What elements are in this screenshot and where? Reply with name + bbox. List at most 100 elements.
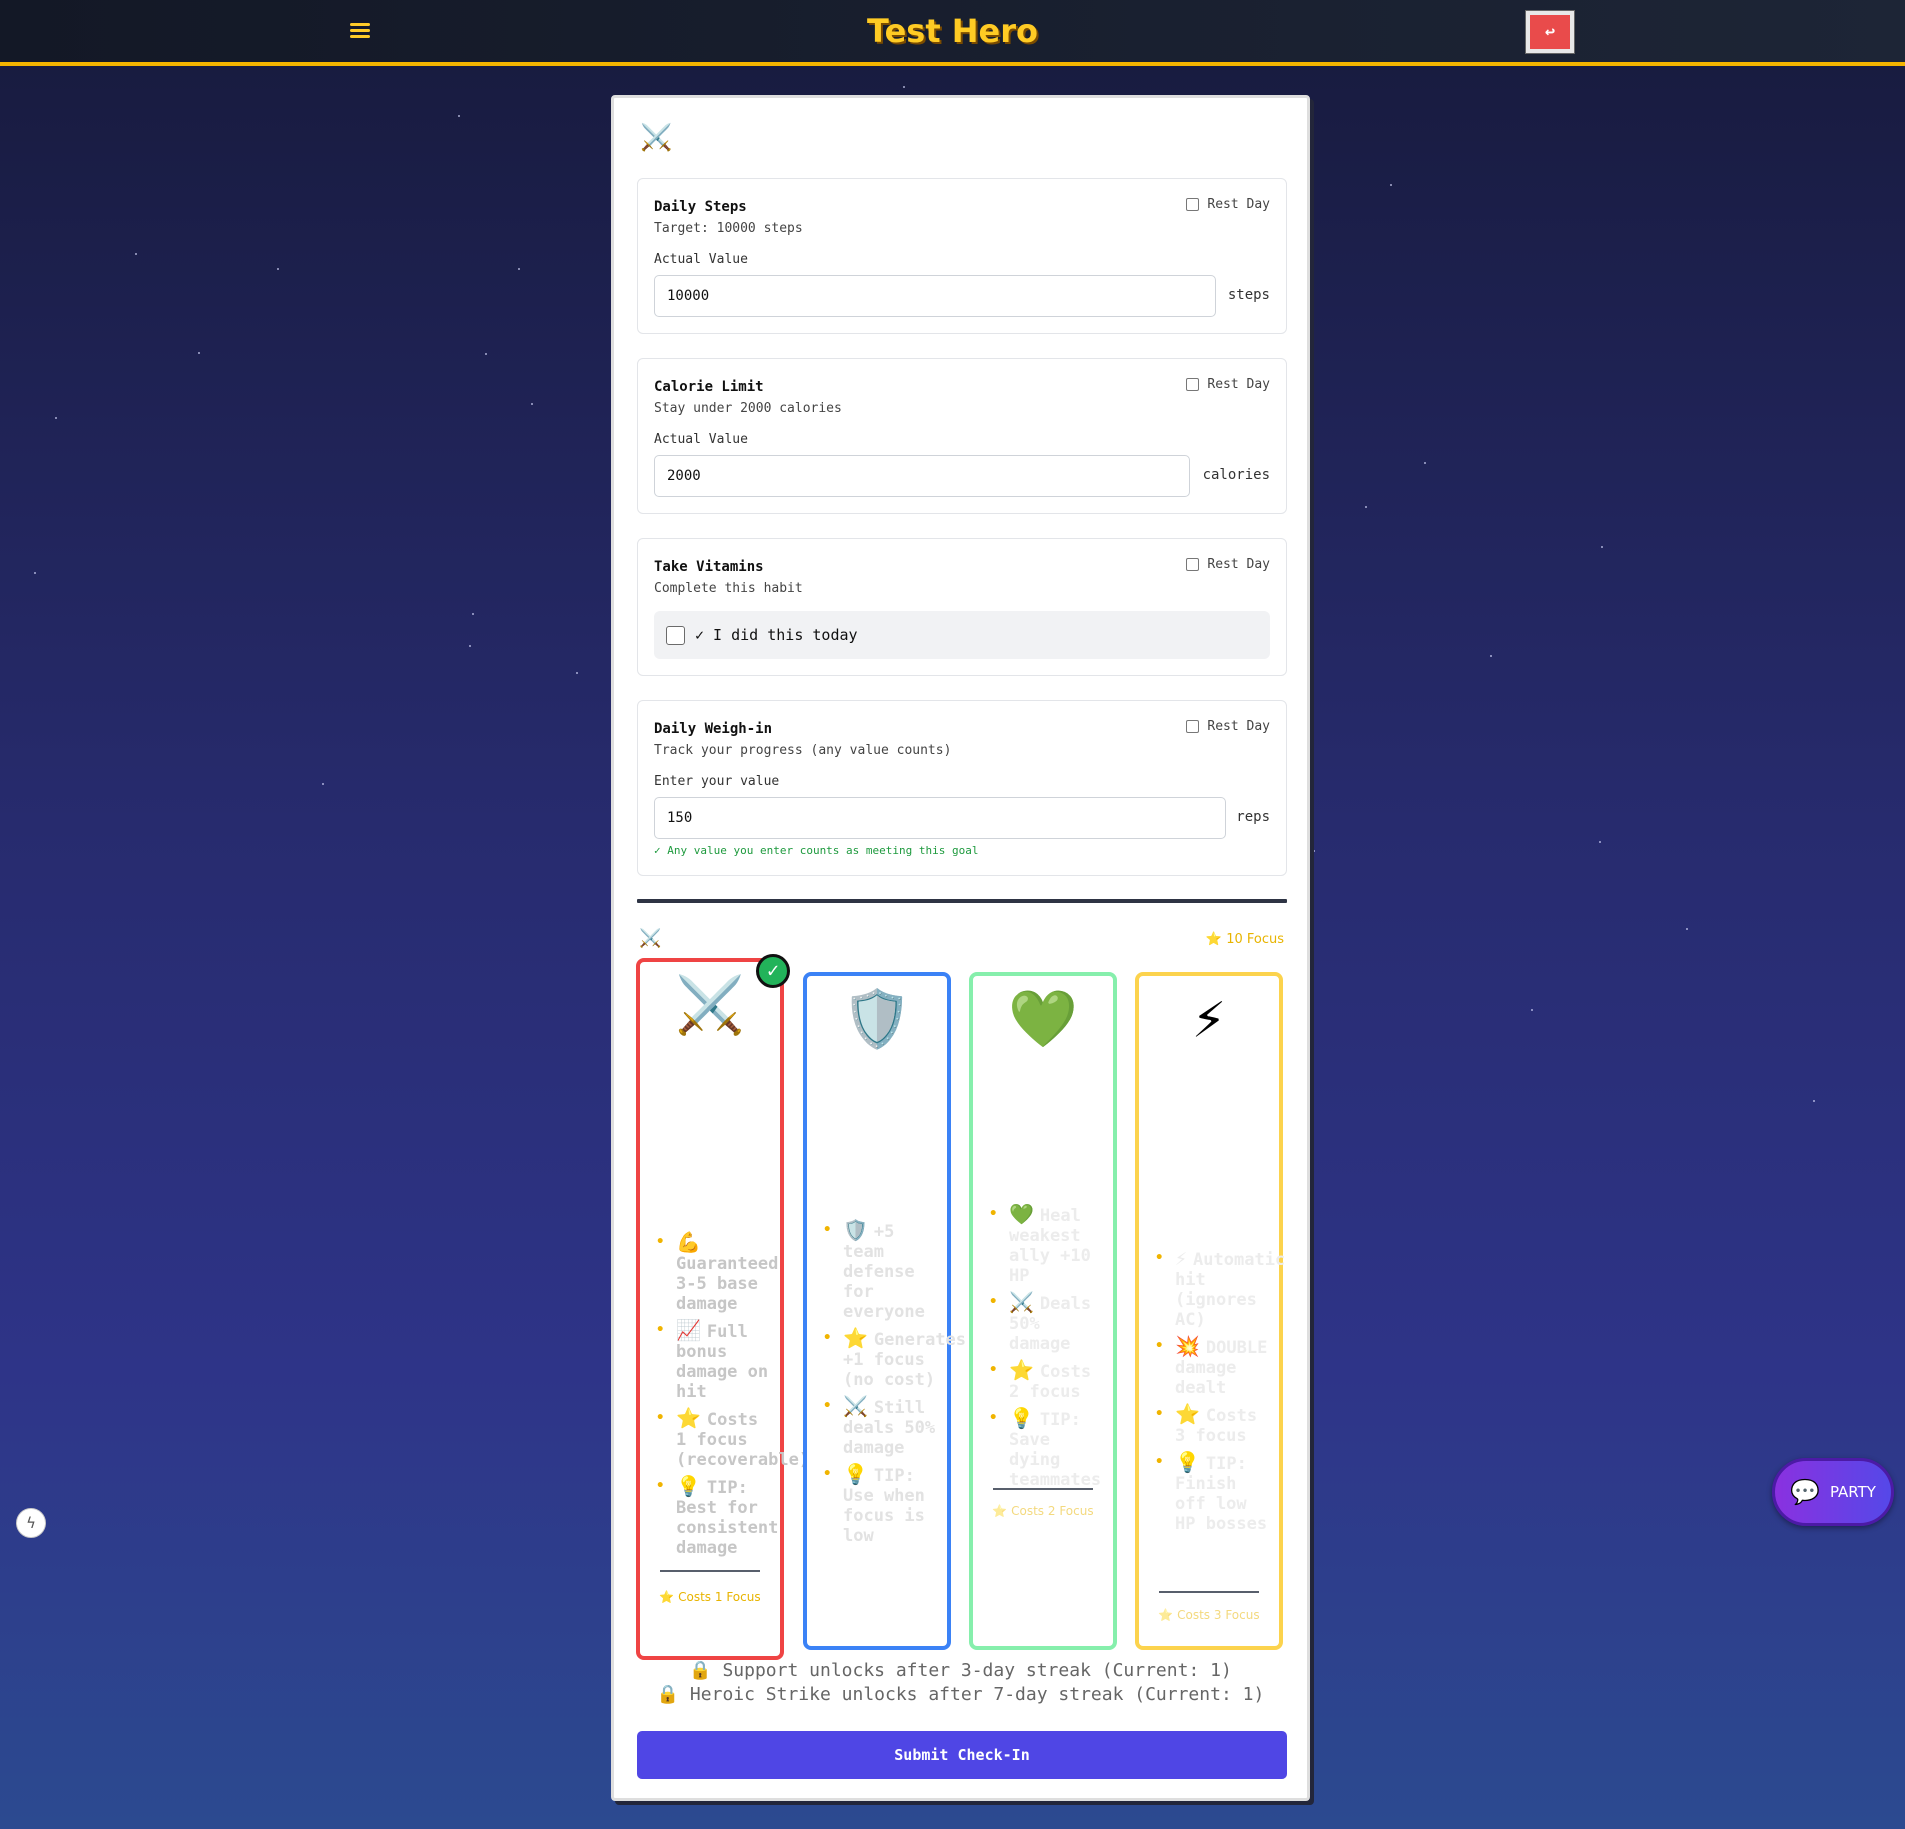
action-bullets: 💚Heal weakest ally +10 HP ⚔️Deals 50% da… (989, 1204, 1109, 1496)
crossed-swords-icon: ⚔️ (675, 973, 745, 1038)
list-item: ⚔️Still deals 50% damage (823, 1396, 943, 1458)
star-icon: ⭐ (676, 1406, 701, 1430)
habit-label: ✓ I did this today (695, 626, 858, 644)
action-bullets: ⚡Automatic hit (ignores AC) 💥DOUBLE dama… (1155, 1246, 1285, 1540)
card-separator (660, 1570, 760, 1572)
star-icon: ⭐ (1175, 1402, 1200, 1426)
steps-value-input[interactable] (654, 275, 1216, 317)
lightning-icon: ⚡ (1192, 986, 1226, 1051)
goal-card-daily-weigh-in: Daily Weigh-in Track your progress (any … (637, 700, 1287, 876)
crossed-swords-icon: ⚔️ (640, 123, 673, 153)
goal-subtitle: Target: 10000 steps (654, 221, 803, 236)
star-icon: ⭐ (843, 1326, 868, 1350)
focus-total: ⭐ 10 Focus (1205, 932, 1284, 947)
list-item: 💡TIP: Best for consistent damage (656, 1474, 778, 1558)
action-cost: ⭐ Costs 2 Focus (992, 1504, 1094, 1518)
action-card-attack[interactable]: ✓ ⚔️ 💪Guaranteed 3-5 base damage 📈Full b… (636, 954, 809, 1660)
action-bullets: 🛡️+5 team defense for everyone ⭐Generate… (823, 1220, 966, 1552)
list-item: ⚡Automatic hit (ignores AC) (1155, 1246, 1285, 1330)
rest-day-label: Rest Day (1207, 719, 1270, 734)
rest-day-checkbox[interactable] (1186, 198, 1200, 211)
goal-title: Take Vitamins (654, 559, 764, 575)
field-label: Enter your value (654, 774, 780, 789)
section-divider (637, 899, 1287, 903)
rest-day-label: Rest Day (1207, 197, 1270, 212)
collision-icon: 💥 (1175, 1334, 1200, 1358)
locked-heroic-strike-notice: 🔒 Heroic Strike unlocks after 7-day stre… (656, 1684, 1265, 1705)
goal-subtitle: Track your progress (any value counts) (654, 743, 952, 758)
light-bulb-icon: 💡 (1009, 1406, 1034, 1430)
unit-label: reps (1236, 809, 1270, 825)
unit-label: steps (1227, 287, 1270, 303)
goal-title: Daily Steps (654, 199, 747, 215)
weigh-in-value-input[interactable] (654, 797, 1226, 839)
light-bulb-icon: 💡 (1175, 1450, 1200, 1474)
light-bulb-icon: 💡 (843, 1462, 868, 1486)
action-cost: ⭐ Costs 3 Focus (1158, 1608, 1260, 1622)
list-item: 💡TIP: Save dying teammates (989, 1408, 1109, 1490)
shield-icon: 🛡️ (843, 1218, 868, 1242)
rest-day-toggle[interactable]: Rest Day (1186, 557, 1270, 572)
list-item: ⭐Costs 2 focus (989, 1360, 1109, 1402)
calories-value-input[interactable] (654, 455, 1190, 497)
list-item: 🛡️+5 team defense for everyone (823, 1220, 943, 1322)
goal-card-calorie-limit: Calorie Limit Stay under 2000 calories R… (637, 358, 1287, 514)
crossed-swords-icon: ⚔️ (1009, 1290, 1034, 1314)
rest-day-toggle[interactable]: Rest Day (1186, 377, 1270, 392)
habit-done-toggle[interactable]: ✓ I did this today (654, 611, 1270, 659)
rest-day-label: Rest Day (1207, 557, 1270, 572)
list-item: 💡TIP: Use when focus is low (823, 1464, 943, 1546)
green-heart-icon: 💚 (1009, 1202, 1034, 1226)
rest-day-label: Rest Day (1207, 377, 1270, 392)
goal-title: Calorie Limit (654, 379, 764, 395)
green-heart-icon: 💚 (1008, 987, 1078, 1052)
app-title: Test Hero (866, 12, 1038, 50)
rest-day-checkbox[interactable] (1186, 558, 1200, 571)
goal-subtitle: Complete this habit (654, 581, 803, 596)
list-item: 💡TIP: Finish off low HP bosses (1155, 1452, 1275, 1534)
party-chat-button[interactable]: 💬 PARTY (1772, 1458, 1894, 1526)
field-label: Actual Value (654, 252, 748, 267)
rest-day-toggle[interactable]: Rest Day (1186, 719, 1270, 734)
rest-day-checkbox[interactable] (1186, 720, 1200, 733)
rest-day-toggle[interactable]: Rest Day (1186, 197, 1270, 212)
list-item: 💚Heal weakest ally +10 HP (989, 1204, 1109, 1286)
action-card-defend[interactable]: 🛡️ 🛡️+5 team defense for everyone ⭐Gener… (803, 972, 966, 1650)
goal-card-daily-steps: Daily Steps Target: 10000 steps Rest Day… (637, 178, 1287, 334)
chat-bubble-icon: 💬 (1790, 1478, 1820, 1506)
any-value-note: ✓ Any value you enter counts as meeting … (654, 844, 979, 857)
light-bulb-icon: 💡 (676, 1474, 701, 1498)
list-item: 📈Full bonus damage on hit (656, 1320, 776, 1402)
lightning-icon: ⚡ (1175, 1246, 1188, 1270)
card-separator (993, 1488, 1093, 1490)
list-item: ⚔️Deals 50% damage (989, 1292, 1109, 1354)
chart-increasing-icon: 📈 (676, 1318, 701, 1342)
action-bullets: 💪Guaranteed 3-5 base damage 📈Full bonus … (656, 1232, 809, 1564)
list-item: ⭐Costs 1 focus (recoverable) (656, 1406, 809, 1470)
list-item: 💪Guaranteed 3-5 base damage (656, 1232, 778, 1314)
return-button[interactable]: ↩ (1526, 11, 1574, 53)
lightning-icon[interactable]: ϟ (16, 1508, 46, 1538)
party-label: PARTY (1829, 1483, 1876, 1501)
goal-title: Daily Weigh-in (654, 721, 773, 737)
action-card-heroic-strike[interactable]: ⚡ ⚡Automatic hit (ignores AC) 💥DOUBLE da… (1135, 972, 1285, 1650)
list-item: ⭐Costs 3 focus (1155, 1404, 1275, 1446)
submit-check-in-button[interactable]: Submit Check-In (637, 1731, 1287, 1779)
locked-support-notice: 🔒 Support unlocks after 3-day streak (Cu… (689, 1660, 1232, 1681)
crossed-swords-icon: ⚔️ (843, 1394, 868, 1418)
unit-label: calories (1202, 467, 1270, 483)
action-cost: ⭐ Costs 1 Focus (659, 1590, 761, 1604)
list-item: ⭐Generates +1 focus (no cost) (823, 1326, 966, 1390)
goal-subtitle: Stay under 2000 calories (654, 401, 842, 416)
check-in-panel: ⚔️ Daily Steps Target: 10000 steps Rest … (611, 95, 1310, 1801)
list-item: 💥DOUBLE damage dealt (1155, 1336, 1275, 1398)
action-card-heal[interactable]: 💚 💚Heal weakest ally +10 HP ⚔️Deals 50% … (969, 972, 1117, 1650)
crossed-swords-icon: ⚔️ (639, 928, 662, 949)
habit-checkbox[interactable] (666, 625, 685, 645)
top-bar: Test Hero ↩ (0, 0, 1905, 66)
goal-card-take-vitamins: Take Vitamins Complete this habit Rest D… (637, 538, 1287, 676)
shield-icon: 🛡️ (842, 987, 912, 1052)
star-icon: ⭐ (1009, 1358, 1034, 1382)
rest-day-checkbox[interactable] (1186, 378, 1200, 391)
card-separator (1159, 1591, 1259, 1593)
